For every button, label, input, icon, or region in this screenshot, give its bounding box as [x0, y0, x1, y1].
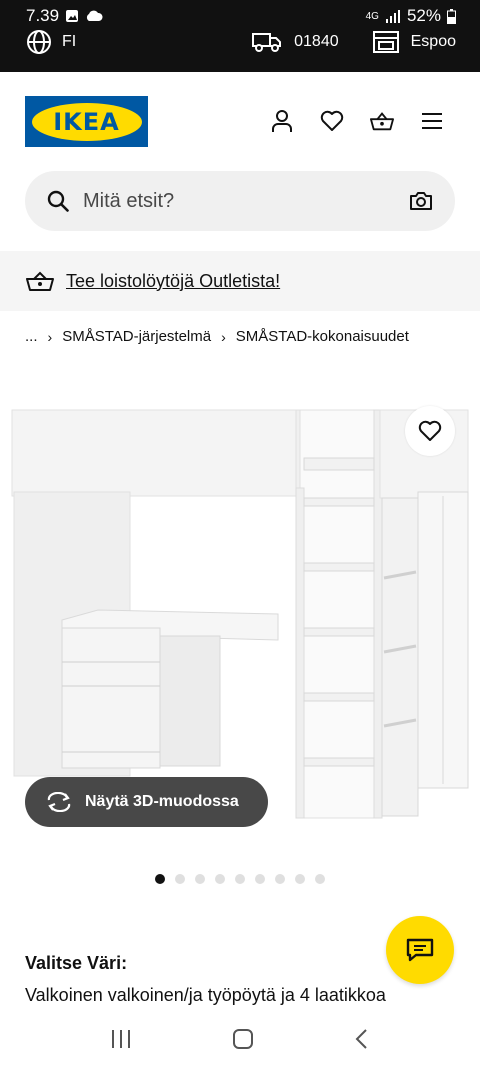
outlet-link[interactable]: Tee loistolöytöjä Outletista!: [66, 271, 280, 292]
chevron-right-icon: ›: [221, 328, 226, 345]
menu-icon[interactable]: [420, 106, 444, 136]
carousel-dot[interactable]: [255, 874, 265, 884]
battery-percent: 52%: [406, 6, 441, 25]
globe-icon: [27, 30, 51, 54]
basket-icon[interactable]: [370, 106, 394, 136]
search-bar[interactable]: Mitä etsit?: [25, 171, 455, 231]
status-bar: 7.39 4G 52% FI 01840 Espoo: [0, 0, 480, 72]
favorite-button[interactable]: [405, 406, 455, 456]
carousel-dot[interactable]: [275, 874, 285, 884]
language-selector[interactable]: FI: [26, 29, 76, 55]
carousel-dot[interactable]: [295, 874, 305, 884]
language-label: FI: [62, 33, 77, 50]
user-icon[interactable]: [270, 106, 294, 136]
store-label: Espoo: [410, 33, 456, 50]
outlet-banner: Tee loistolöytöjä Outletista!: [0, 251, 480, 311]
ikea-logo[interactable]: IKEA: [25, 96, 148, 147]
carousel-dot[interactable]: [215, 874, 225, 884]
gallery-icon: [66, 10, 79, 22]
camera-icon[interactable]: [409, 191, 433, 211]
breadcrumb: ... › SMÅSTAD-järjestelmä › SMÅSTAD-koko…: [25, 328, 409, 345]
battery-icon: [447, 8, 456, 24]
header-actions: [270, 106, 444, 136]
logo-text: IKEA: [53, 107, 120, 136]
postal-code-label: 01840: [294, 33, 339, 50]
search-input[interactable]: Mitä etsit?: [83, 190, 174, 213]
postal-code-selector[interactable]: 01840: [252, 31, 339, 53]
heart-icon[interactable]: [320, 106, 344, 136]
store-selector[interactable]: Espoo: [372, 31, 456, 53]
carousel-dot[interactable]: [315, 874, 325, 884]
breadcrumb-item[interactable]: SMÅSTAD-järjestelmä: [62, 328, 211, 345]
store-icon: [372, 31, 399, 53]
clock: 7.39: [26, 6, 60, 25]
chat-button[interactable]: [386, 916, 454, 984]
home-icon[interactable]: [232, 1028, 254, 1050]
color-value: Valkoinen valkoinen/ja työpöytä ja 4 laa…: [25, 985, 386, 1005]
back-icon[interactable]: [354, 1028, 370, 1050]
rotate-3d-icon: [47, 792, 71, 812]
chat-icon: [406, 938, 434, 962]
color-heading: Valitse Väri:: [25, 953, 128, 973]
truck-icon: [252, 33, 282, 52]
carousel-dot[interactable]: [175, 874, 185, 884]
view-3d-label: Näytä 3D-muodossa: [85, 793, 239, 810]
carousel-dot[interactable]: [195, 874, 205, 884]
signal-icon: [385, 10, 400, 23]
carousel-dot[interactable]: [155, 874, 165, 884]
cloud-icon: [87, 10, 103, 21]
recent-apps-icon[interactable]: [110, 1029, 132, 1049]
view-3d-button[interactable]: Näytä 3D-muodossa: [25, 777, 268, 827]
breadcrumb-ellipsis[interactable]: ...: [25, 328, 38, 345]
breadcrumb-item[interactable]: SMÅSTAD-kokonaisuudet: [236, 328, 409, 345]
search-icon: [47, 190, 69, 212]
network-label: 4G: [365, 10, 379, 22]
basket-icon: [26, 271, 54, 291]
carousel-indicator: [155, 874, 325, 884]
carousel-dot[interactable]: [235, 874, 245, 884]
system-nav-bar: [0, 1008, 480, 1070]
chevron-right-icon: ›: [47, 328, 53, 345]
heart-icon: [418, 420, 442, 441]
